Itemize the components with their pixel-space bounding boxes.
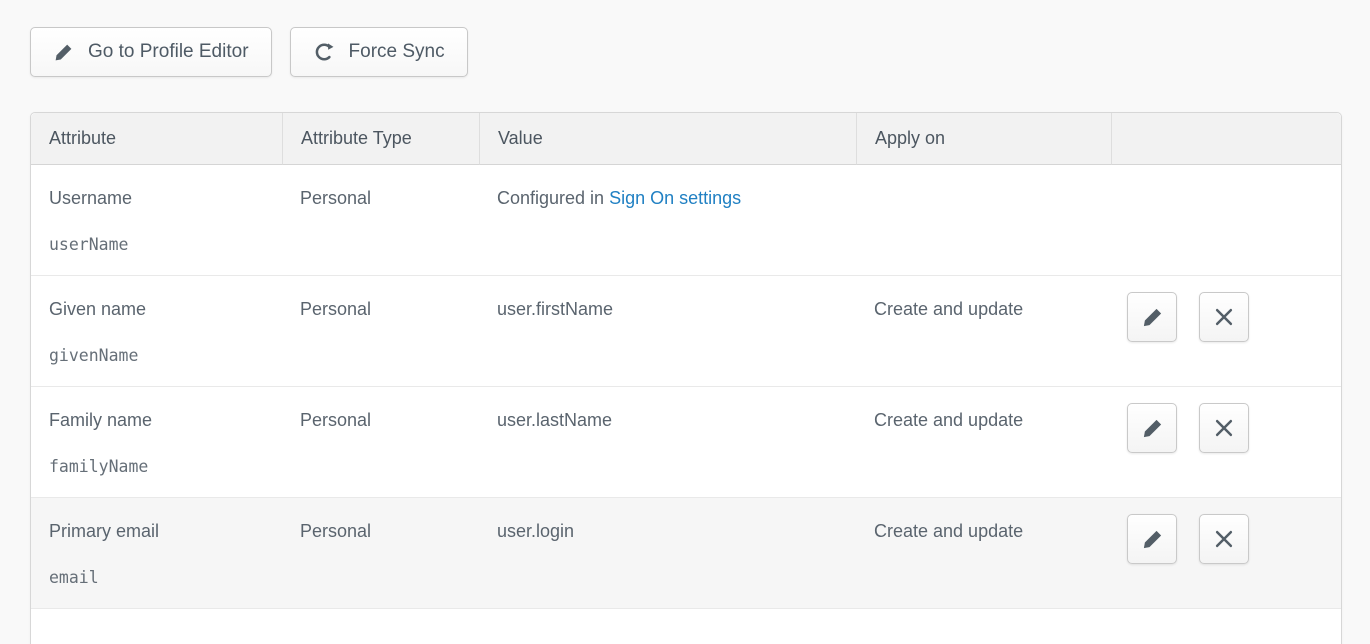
table-row-primary-email: Primary email email Personal user.login … [31,498,1341,609]
column-header-attribute-type: Attribute Type [282,113,479,165]
actions-cell [1111,498,1341,609]
actions-cell [1111,165,1341,276]
value-cell: user.firstName [479,276,856,387]
apply-on-cell: Create and update [856,498,1111,609]
table-row-family-name: Family name familyName Personal user.las… [31,387,1341,498]
sign-on-settings-link[interactable]: Sign On settings [609,188,741,208]
actions-cell [1111,387,1341,498]
delete-attribute-button[interactable] [1199,514,1249,564]
force-sync-button[interactable]: Force Sync [290,27,468,77]
attribute-variable-name: givenName [49,346,282,365]
attribute-cell: Username userName [31,165,282,276]
attribute-type-cell: Personal [282,165,479,276]
value-cell: Configured inSign On settings [479,165,856,276]
x-icon [1213,306,1235,328]
edit-attribute-button[interactable] [1127,514,1177,564]
delete-attribute-button[interactable] [1199,403,1249,453]
toolbar: Go to Profile Editor Force Sync [30,27,1370,77]
pencil-icon [1141,528,1164,551]
value-cell: user.login [479,498,856,609]
column-header-value: Value [479,113,856,165]
table-row-given-name: Given name givenName Personal user.first… [31,276,1341,387]
table-row-username: Username userName Personal Configured in… [31,165,1341,276]
attribute-type-cell: Personal [282,276,479,387]
attribute-type-cell: Personal [282,498,479,609]
actions-cell [1111,276,1341,387]
attribute-variable-name: familyName [49,457,282,476]
attribute-label: Username [49,188,282,209]
delete-attribute-button[interactable] [1199,292,1249,342]
column-header-apply-on: Apply on [856,113,1111,165]
apply-on-cell: Create and update [856,387,1111,498]
pencil-icon [53,42,74,63]
edit-attribute-button[interactable] [1127,403,1177,453]
apply-on-cell: Create and update [856,276,1111,387]
attribute-type-cell: Personal [282,387,479,498]
pencil-icon [1141,306,1164,329]
attribute-cell: Family name familyName [31,387,282,498]
value-cell: user.lastName [479,387,856,498]
pencil-icon [1141,417,1164,440]
attribute-label: Given name [49,299,282,320]
attribute-label: Family name [49,410,282,431]
attribute-mappings-table: Attribute Attribute Type Value Apply on … [30,112,1342,644]
force-sync-label: Force Sync [349,41,445,63]
value-text: Configured in [497,188,604,208]
apply-on-cell [856,165,1111,276]
attribute-cell: Given name givenName [31,276,282,387]
table-row-partial [31,609,1341,644]
attribute-variable-name: userName [49,235,282,254]
column-header-actions [1111,113,1341,165]
edit-attribute-button[interactable] [1127,292,1177,342]
x-icon [1213,528,1235,550]
go-to-profile-editor-label: Go to Profile Editor [88,41,249,63]
column-header-attribute: Attribute [31,113,282,165]
attribute-variable-name: email [49,568,282,587]
x-icon [1213,417,1235,439]
refresh-icon [313,41,335,63]
go-to-profile-editor-button[interactable]: Go to Profile Editor [30,27,272,77]
attribute-label: Primary email [49,521,282,542]
table-header-row: Attribute Attribute Type Value Apply on [31,113,1341,165]
attribute-cell: Primary email email [31,498,282,609]
